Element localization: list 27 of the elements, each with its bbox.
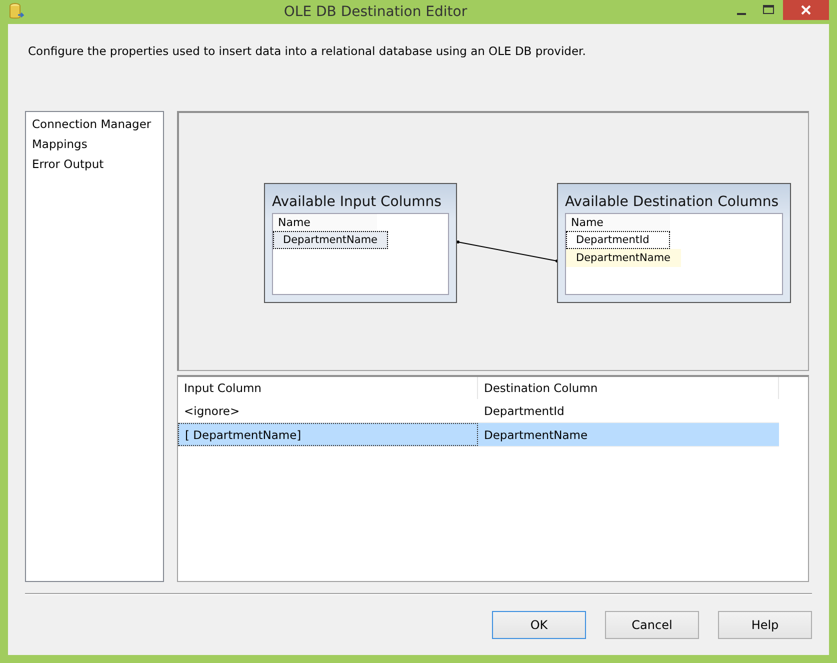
table-title: Available Destination Columns — [565, 193, 780, 212]
column-item[interactable]: DepartmentName — [273, 231, 388, 249]
dialog-button[interactable]: Help — [718, 611, 812, 639]
minimize-icon — [736, 12, 746, 14]
column-header: Name — [273, 214, 377, 231]
dialog-button[interactable]: OK — [492, 611, 586, 639]
close-button[interactable] — [783, 0, 829, 20]
mapping-line[interactable] — [456, 240, 558, 262]
mapping-row[interactable]: [ DepartmentName] DepartmentName — [178, 423, 779, 447]
table-cell-text: DepartmentId — [483, 402, 566, 420]
table-cell-text: DepartmentName — [483, 426, 589, 444]
page-list-item[interactable]: Mappings — [26, 134, 163, 154]
close-icon — [801, 5, 811, 15]
table-cell-text: <ignore> — [183, 402, 241, 420]
dialog-button[interactable]: Cancel — [605, 611, 699, 639]
destination-columns-table[interactable]: Available Destination Columns Name DepartmentId DepartmentName — [557, 183, 791, 303]
column-header: Name — [566, 214, 670, 231]
page-list-item[interactable]: Connection Manager — [26, 114, 163, 134]
database-icon — [8, 3, 24, 21]
description-text: Configure the properties used to insert data into a relational database using an OLE DB provider. — [28, 44, 587, 58]
column-item[interactable]: DepartmentName — [566, 249, 681, 267]
input-columns-table[interactable]: Available Input Columns Name DepartmentName — [264, 183, 457, 303]
table-cell: [ DepartmentName] — [178, 423, 478, 446]
page-list-item[interactable]: Error Output — [26, 154, 163, 174]
table-title: Available Input Columns — [272, 193, 442, 212]
maximize-icon — [763, 5, 775, 15]
window-title: OLE DB Destination Editor — [282, 4, 468, 20]
